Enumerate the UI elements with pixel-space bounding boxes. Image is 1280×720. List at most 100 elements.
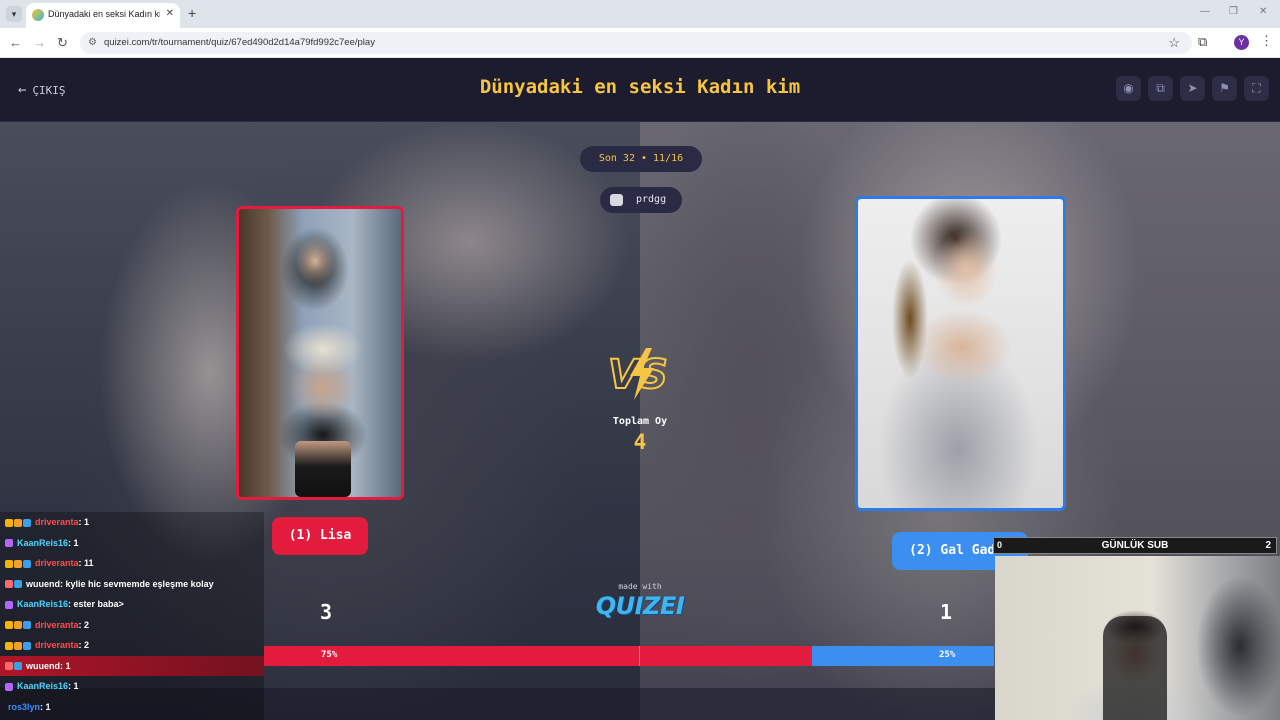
chat-line: ros3lyn: 1 <box>8 699 51 715</box>
vote-progress-bar: 75% 25% <box>264 646 994 666</box>
chat-line: wuuend: 1 <box>26 658 71 674</box>
browser-tab[interactable]: Dünyadaki en seksi Kadın kim - ✕ <box>26 3 180 28</box>
address-bar[interactable]: ⚙ quizei.com/tr/tournament/quiz/67ed490d… <box>80 32 1192 54</box>
total-votes-value: 4 <box>633 430 647 454</box>
chat-badge-icon <box>5 621 13 630</box>
tab-search-chevron-icon[interactable]: ▾ <box>6 6 22 22</box>
chat-badges <box>5 617 32 630</box>
reload-icon[interactable]: ↻ <box>57 35 68 51</box>
quizei-logo: QUIZEI <box>595 592 685 620</box>
chat-line: KaanReis16: 1 <box>17 678 79 694</box>
quiz-header: ← ÇIKIŞ Dünyadaki en seksi Kadın kim ◉ ⧉ … <box>0 58 1280 122</box>
copy-icon[interactable]: ⧉ <box>1148 76 1173 101</box>
made-with-text: made with <box>618 582 662 591</box>
chat-username[interactable]: driveranta <box>35 517 79 527</box>
left-contestant-button[interactable]: (1) Lisa <box>272 517 368 555</box>
chat-line: driveranta: 2 <box>35 637 89 653</box>
chat-message: wuuend: 1 <box>0 655 264 676</box>
sub-goal-target: 2 <box>1265 540 1271 551</box>
tab-close-icon[interactable]: ✕ <box>166 8 174 19</box>
chat-badge-icon <box>14 559 22 568</box>
chat-username[interactable]: KaanReis16 <box>17 599 68 609</box>
screen: ▾ Dünyadaki en seksi Kadın kim - ✕ + — ❐… <box>0 0 1280 720</box>
chat-message: driveranta: 2 <box>0 635 264 655</box>
window-close-icon[interactable]: ✕ <box>1259 6 1267 17</box>
chat-line: driveranta: 11 <box>35 555 94 571</box>
chat-line: wuuend: kylie hic sevmemde eşleşme kolay <box>26 576 214 592</box>
send-icon[interactable]: ➤ <box>1180 76 1205 101</box>
chat-message: KaanReis16: 1 <box>0 533 264 553</box>
chat-text: 1 <box>73 537 79 548</box>
chat-username[interactable]: KaanReis16 <box>17 538 68 548</box>
new-tab-plus-icon[interactable]: + <box>188 5 196 21</box>
bar-center-divider <box>639 646 640 666</box>
chat-text: 11 <box>84 558 94 568</box>
flag-icon[interactable]: ⚑ <box>1212 76 1237 101</box>
browser-toolbar: ← → ↻ ⚙ quizei.com/tr/tournament/quiz/67… <box>0 28 1280 58</box>
chat-text: ester baba> <box>73 599 124 609</box>
tab-title: Dünyadaki en seksi Kadın kim - <box>48 9 160 19</box>
extensions-puzzle-icon[interactable]: ⧉ <box>1198 34 1207 50</box>
fullscreen-icon[interactable]: ⛶ <box>1244 76 1269 101</box>
chat-badge-icon <box>23 559 31 568</box>
restore-icon[interactable]: ❐ <box>1229 6 1238 17</box>
chat-username[interactable]: KaanReis16 <box>17 681 68 691</box>
site-info-icon[interactable]: ⚙ <box>88 37 97 48</box>
sub-goal-label: GÜNLÜK SUB <box>1101 540 1169 551</box>
total-votes-label: Toplam Oy <box>612 416 668 427</box>
chat-text: 1 <box>65 660 71 671</box>
right-vote-count: 1 <box>940 600 953 624</box>
player-name: prdgg <box>636 194 667 205</box>
chat-badge-icon <box>5 641 13 650</box>
forward-arrow-icon[interactable]: → <box>33 35 46 50</box>
chat-username[interactable]: driveranta <box>35 558 79 568</box>
chat-message: driveranta: 2 <box>0 615 264 635</box>
chat-message: driveranta: 1 <box>0 512 264 532</box>
minimize-icon[interactable]: — <box>1200 6 1210 17</box>
chat-username[interactable]: wuuend <box>26 579 60 589</box>
left-percent-label: 75% <box>321 650 338 660</box>
bookmark-star-icon[interactable]: ☆ <box>1168 35 1180 51</box>
chat-text: 2 <box>84 619 90 630</box>
back-arrow-icon[interactable]: ← <box>9 35 22 50</box>
browser-tab-bar: ▾ Dünyadaki en seksi Kadın kim - ✕ + — ❐… <box>0 0 1280 28</box>
profile-avatar[interactable]: Y <box>1234 35 1249 50</box>
player-badge: prdgg <box>600 187 682 213</box>
chat-badges <box>5 535 14 548</box>
chat-text: 1 <box>73 681 79 691</box>
stream-chat-overlay: driveranta: 1 KaanReis16: 1 driveranta: 11… <box>0 512 264 720</box>
chat-text: kylie hic sevmemde eşleşme kolay <box>65 578 214 589</box>
chat-username[interactable]: driveranta <box>35 620 79 630</box>
chat-message: KaanReis16: ester baba> <box>0 594 264 614</box>
chat-text: 1 <box>84 517 90 527</box>
chat-line: KaanReis16: ester baba> <box>17 596 124 612</box>
chat-text: 1 <box>45 701 51 712</box>
chat-badge-icon <box>14 662 22 671</box>
chat-badge-icon <box>23 641 31 650</box>
chat-message: driveranta: 11 <box>0 553 264 573</box>
chat-badges <box>5 576 23 589</box>
chat-badges <box>5 637 32 650</box>
browser-menu-icon[interactable]: ⋮ <box>1260 33 1273 49</box>
eye-icon[interactable]: ◉ <box>1116 76 1141 101</box>
chat-message: ros3lyn: 1 <box>0 697 264 717</box>
chat-badge-icon <box>14 518 22 527</box>
right-percent-label: 25% <box>939 650 956 660</box>
chat-badge-icon <box>5 682 13 691</box>
chat-badges <box>5 555 32 568</box>
chat-badge-icon <box>5 580 13 589</box>
chat-badge-icon <box>14 621 22 630</box>
chat-username[interactable]: ros3lyn <box>8 702 40 712</box>
versus-icon: VS <box>607 348 669 400</box>
chat-line: driveranta: 2 <box>35 617 89 633</box>
player-avatar-icon <box>610 194 623 206</box>
chat-text: 2 <box>84 640 90 650</box>
chat-badge-icon <box>5 600 13 609</box>
right-contestant-image[interactable] <box>855 196 1066 511</box>
left-contestant-image[interactable] <box>236 206 404 500</box>
left-vote-bar-fill <box>264 646 812 666</box>
chat-username[interactable]: wuuend <box>26 661 60 671</box>
chat-username[interactable]: driveranta <box>35 640 79 650</box>
daily-sub-goal-bar: 0 GÜNLÜK SUB 2 <box>993 537 1277 554</box>
round-indicator: Son 32 • 11/16 <box>580 146 702 172</box>
